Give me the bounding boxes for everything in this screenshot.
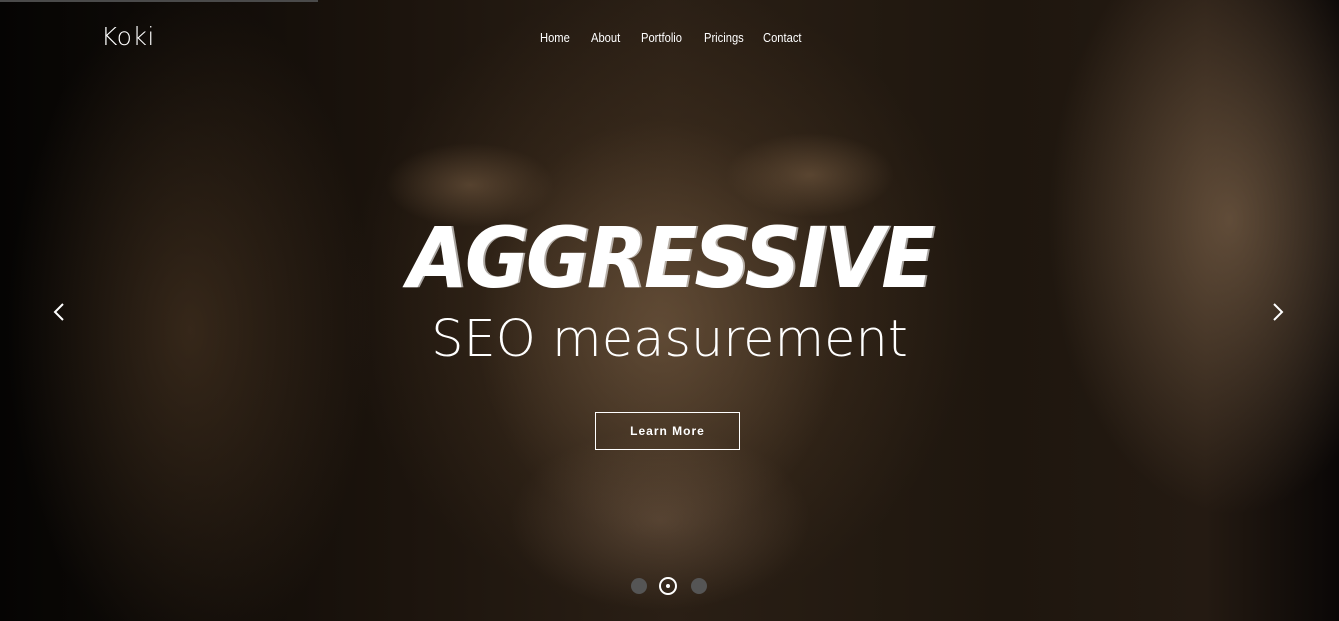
nav-item-contact[interactable]: Contact <box>763 30 802 45</box>
site-logo[interactable]: Koki <box>101 22 155 51</box>
learn-more-button[interactable]: Learn More <box>595 412 740 450</box>
slider-prev-button[interactable] <box>48 300 72 324</box>
slider-dot-1[interactable] <box>631 578 647 594</box>
chevron-right-icon <box>1273 303 1284 321</box>
hero-headline: AGGRESSIVE <box>407 210 935 308</box>
slider-dot-2-active[interactable] <box>659 577 677 595</box>
slider-next-button[interactable] <box>1265 300 1289 324</box>
hero-subheadline: SEO measurement <box>431 310 908 369</box>
slider-dot-3[interactable] <box>691 578 707 594</box>
nav-item-portfolio[interactable]: Portfolio <box>641 30 682 45</box>
page: Koki Home About Portfolio Pricings Conta… <box>0 0 1339 621</box>
nav-item-about[interactable]: About <box>591 30 620 45</box>
slider-pagination <box>631 577 711 597</box>
top-progress-bar <box>0 0 318 2</box>
nav-item-pricings[interactable]: Pricings <box>704 30 744 45</box>
chevron-left-icon <box>53 303 64 321</box>
nav-item-home[interactable]: Home <box>540 30 570 45</box>
